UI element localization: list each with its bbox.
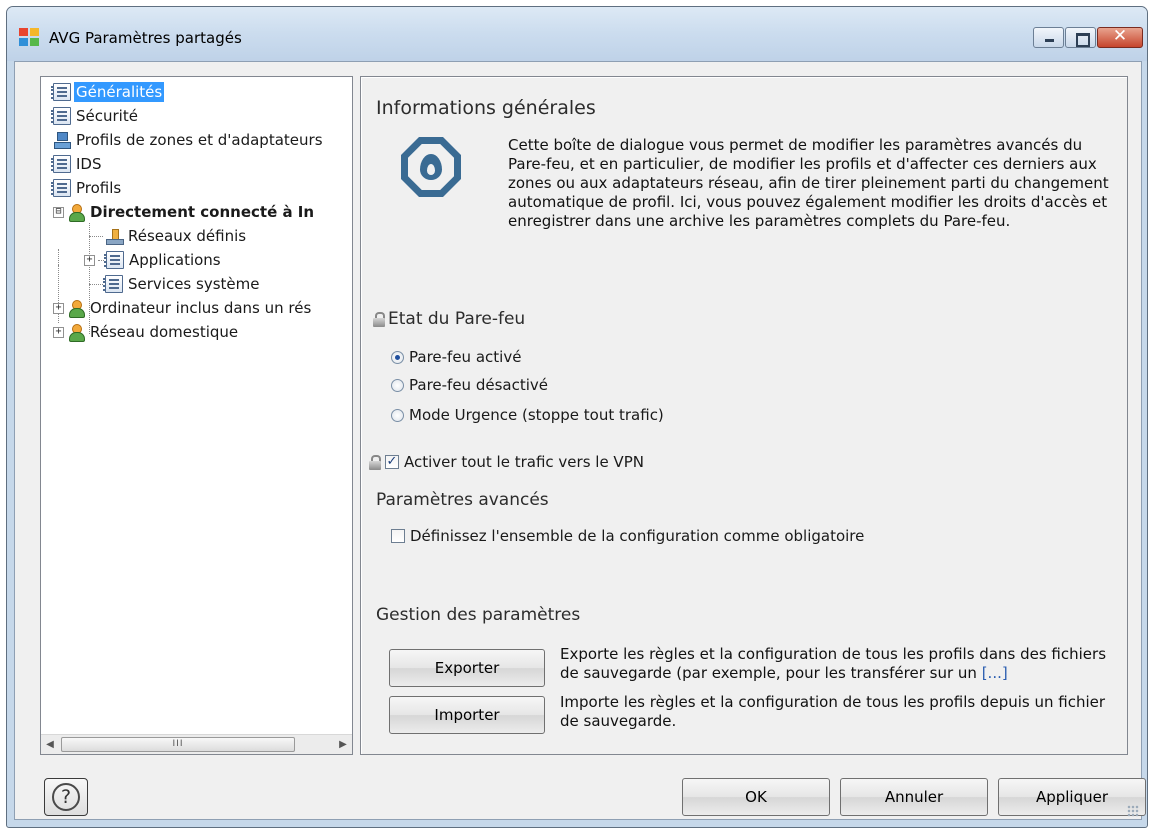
- tree-item-label: Généralités: [74, 82, 165, 102]
- import-description: Importe les règles et la configuration d…: [560, 693, 1106, 730]
- tree-connector: [89, 283, 103, 285]
- tree-item-label: IDS: [76, 155, 102, 173]
- firewall-state-label: Etat du Pare-feu: [388, 309, 526, 329]
- tree-item-label: Ordinateur inclus dans un rés: [90, 299, 312, 317]
- dialog-body: Généralités Sécurité Profils de zones et…: [14, 61, 1146, 820]
- tree-item-ids[interactable]: IDS: [51, 153, 104, 175]
- maximize-button[interactable]: [1065, 27, 1096, 48]
- tree-item-zone-profiles[interactable]: Profils de zones et d'adaptateurs: [53, 129, 325, 151]
- export-description: Exporte les règles et la configuration d…: [560, 645, 1120, 683]
- flame-icon: [420, 154, 442, 180]
- radio-firewall-enabled[interactable]: Pare-feu activé: [391, 348, 521, 366]
- vpn-label: Activer tout le trafic vers le VPN: [404, 453, 644, 471]
- help-button[interactable]: ?: [44, 778, 88, 816]
- close-button[interactable]: ✕: [1097, 26, 1143, 48]
- lock-icon: [373, 311, 385, 327]
- radio-button[interactable]: [391, 408, 404, 422]
- document-icon: [104, 251, 124, 269]
- tree-item-direct-connected[interactable]: ⊟ Directement connecté à In: [53, 201, 316, 223]
- tree-item-reseau-domestique[interactable]: + Réseau domestique: [53, 321, 240, 343]
- settings-management-title: Gestion des paramètres: [376, 605, 581, 625]
- help-icon: ?: [52, 783, 80, 811]
- read-more-link[interactable]: [...]: [982, 664, 1008, 682]
- ok-button[interactable]: OK: [682, 778, 830, 816]
- tree-item-services-systeme[interactable]: Services système: [89, 273, 261, 295]
- radio-label: Pare-feu désactivé: [409, 376, 548, 394]
- document-icon: [51, 107, 71, 125]
- caption-buttons: ✕: [1032, 26, 1143, 49]
- import-button[interactable]: Importer: [389, 696, 545, 734]
- radio-button-checked[interactable]: [391, 350, 404, 364]
- window-title: AVG Paramètres partagés: [49, 29, 242, 47]
- tree-connector: [89, 235, 103, 237]
- user-profile-icon: [67, 323, 85, 342]
- vpn-traffic-option[interactable]: ✓ Activer tout le trafic vers le VPN: [369, 453, 644, 471]
- document-icon: [51, 155, 71, 173]
- export-description-text: Exporte les règles et la configuration d…: [560, 645, 1107, 682]
- document-icon: [51, 179, 71, 197]
- document-icon: [51, 83, 71, 101]
- export-button[interactable]: Exporter: [389, 649, 545, 687]
- tree-viewport: Généralités Sécurité Profils de zones et…: [41, 77, 352, 734]
- vpn-checkbox[interactable]: ✓: [385, 455, 399, 469]
- scroll-right-icon[interactable]: ▶: [334, 735, 352, 754]
- tree-item-reseaux-definis[interactable]: Réseaux définis: [89, 225, 248, 247]
- user-profile-icon: [67, 203, 85, 222]
- scrollbar-thumb[interactable]: III: [61, 737, 295, 752]
- advanced-settings-title: Paramètres avancés: [376, 490, 549, 510]
- radio-firewall-disabled[interactable]: Pare-feu désactivé: [391, 376, 548, 394]
- expand-icon[interactable]: +: [84, 254, 95, 266]
- content-panel: Informations générales Cette boîte de di…: [360, 76, 1128, 755]
- tree-item-securite[interactable]: Sécurité: [51, 105, 140, 127]
- network-icon: [53, 131, 71, 149]
- resize-grip[interactable]: [1127, 805, 1139, 817]
- tree-item-label: Services système: [128, 275, 260, 293]
- settings-window: AVG Paramètres partagés ✕ Généralités Sé…: [6, 6, 1148, 828]
- tree-item-ordinateur[interactable]: + Ordinateur inclus dans un rés: [53, 297, 313, 319]
- expand-icon[interactable]: +: [53, 302, 64, 314]
- mandatory-config-option[interactable]: Définissez l'ensemble de la configuratio…: [391, 527, 864, 545]
- tree-item-profils[interactable]: Profils: [51, 177, 123, 199]
- radio-emergency-mode[interactable]: Mode Urgence (stoppe tout trafic): [391, 406, 664, 424]
- section-description: Cette boîte de dialogue vous permet de m…: [508, 136, 1109, 230]
- document-icon: [103, 275, 123, 293]
- tree-item-generalites[interactable]: Généralités: [51, 81, 165, 103]
- navigation-tree[interactable]: Généralités Sécurité Profils de zones et…: [40, 76, 353, 755]
- radio-button[interactable]: [391, 378, 404, 392]
- tree-item-applications[interactable]: + Applications: [84, 249, 223, 271]
- avg-logo-icon: [19, 28, 39, 46]
- firewall-shield-icon: [401, 137, 461, 197]
- scroll-left-icon[interactable]: ◀: [41, 735, 59, 754]
- mandatory-checkbox[interactable]: [391, 529, 405, 543]
- network-adapter-icon: [105, 227, 124, 245]
- tree-horizontal-scrollbar[interactable]: ◀ III ▶: [41, 734, 352, 754]
- minimize-button[interactable]: [1033, 27, 1064, 48]
- tree-item-label: Réseau domestique: [90, 323, 239, 341]
- lock-icon: [369, 454, 381, 470]
- tree-item-label: Réseaux définis: [128, 227, 247, 245]
- radio-label: Mode Urgence (stoppe tout trafic): [409, 406, 664, 424]
- cancel-button[interactable]: Annuler: [840, 778, 988, 816]
- collapse-icon[interactable]: ⊟: [53, 206, 64, 218]
- mandatory-label: Définissez l'ensemble de la configuratio…: [410, 527, 865, 545]
- firewall-state-title: Etat du Pare-feu: [373, 309, 525, 329]
- radio-label: Pare-feu activé: [409, 348, 522, 366]
- user-profile-icon: [67, 299, 85, 318]
- section-title: Informations générales: [376, 97, 596, 119]
- title-bar[interactable]: AVG Paramètres partagés ✕: [7, 7, 1147, 61]
- tree-item-label: Applications: [129, 251, 221, 269]
- apply-button[interactable]: Appliquer: [998, 778, 1146, 816]
- tree-item-label: Profils: [76, 179, 122, 197]
- expand-icon[interactable]: +: [53, 326, 64, 338]
- close-icon: ✕: [1112, 26, 1128, 46]
- tree-item-label: Sécurité: [76, 107, 138, 125]
- tree-item-label: Profils de zones et d'adaptateurs: [76, 131, 323, 149]
- tree-item-label: Directement connecté à In: [90, 203, 315, 221]
